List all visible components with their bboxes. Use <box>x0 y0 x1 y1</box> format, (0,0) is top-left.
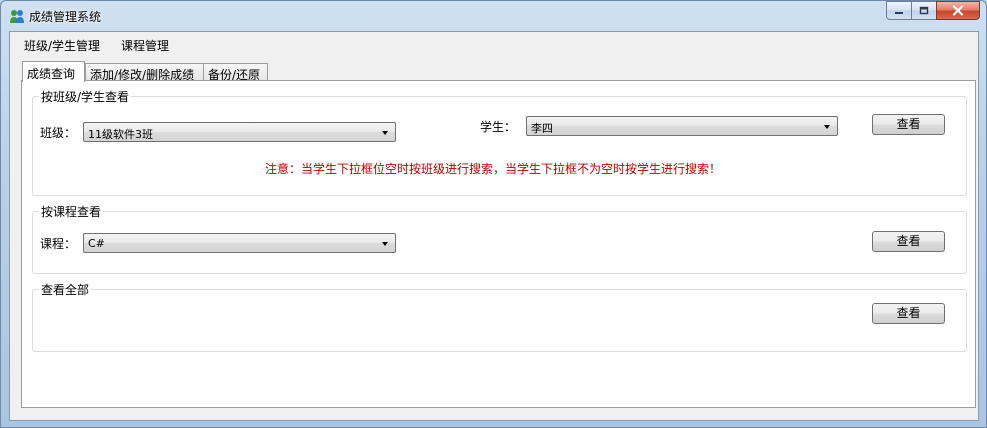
group-title: 按课程查看 <box>39 203 104 220</box>
group-by-course: 按课程查看 课程： C# 查看 <box>32 203 967 274</box>
tab-add-edit-delete[interactable]: 添加/修改/删除成绩 <box>85 63 204 82</box>
tab-score-query[interactable]: 成绩查询 <box>22 61 85 82</box>
client-area: 班级/学生管理 课程管理 成绩查询 添加/修改/删除成绩 备份/还原 按班级/学… <box>9 31 979 421</box>
chevron-down-icon <box>824 125 830 129</box>
window-controls <box>886 1 980 20</box>
course-combobox-value: C# <box>88 237 105 250</box>
close-icon <box>952 5 964 16</box>
view-by-class-student-button[interactable]: 查看 <box>872 114 945 135</box>
class-combobox[interactable]: 11级软件3班 <box>83 122 396 142</box>
menu-course[interactable]: 课程管理 <box>121 37 169 54</box>
minimize-icon <box>895 11 903 14</box>
student-label: 学生： <box>480 120 517 134</box>
menu-bar: 班级/学生管理 课程管理 <box>10 32 978 58</box>
class-combobox-value: 11级软件3班 <box>88 128 153 141</box>
tab-backup-restore[interactable]: 备份/还原 <box>203 63 268 82</box>
student-combobox[interactable]: 李四 <box>526 116 838 136</box>
minimize-button[interactable] <box>886 1 912 20</box>
chevron-down-icon <box>382 131 388 135</box>
group-view-all: 查看全部 查看 <box>32 281 967 352</box>
group-by-class-student: 按班级/学生查看 班级： 11级软件3班 学生： 李四 查看 注意：当学生下拉框… <box>32 88 967 196</box>
course-combobox[interactable]: C# <box>83 233 396 253</box>
title-bar[interactable]: 成绩管理系统 <box>1 1 986 31</box>
class-label: 班级： <box>40 126 77 140</box>
chevron-down-icon <box>382 242 388 246</box>
view-by-course-button[interactable]: 查看 <box>872 231 945 252</box>
view-all-button[interactable]: 查看 <box>872 303 945 324</box>
restore-icon <box>919 6 929 15</box>
course-label: 课程： <box>40 237 77 251</box>
menu-class-student[interactable]: 班级/学生管理 <box>24 37 100 54</box>
group-title: 查看全部 <box>39 281 92 298</box>
group-title: 按班级/学生查看 <box>39 88 132 105</box>
close-button[interactable] <box>936 1 980 20</box>
window-title: 成绩管理系统 <box>29 10 102 24</box>
student-combobox-value: 李四 <box>531 122 553 135</box>
app-icon <box>10 10 24 23</box>
search-note: 注意：当学生下拉框位空时按班级进行搜索，当学生下拉框不为空时按学生进行搜索！ <box>265 162 722 176</box>
maximize-button[interactable] <box>911 1 937 20</box>
tab-page-score-query: 按班级/学生查看 班级： 11级软件3班 学生： 李四 查看 注意：当学生下拉框… <box>21 80 976 408</box>
app-window: 成绩管理系统 班级/学生管理 课程管理 成绩查询 添加/修改/删除成绩 备份/还… <box>0 0 987 428</box>
